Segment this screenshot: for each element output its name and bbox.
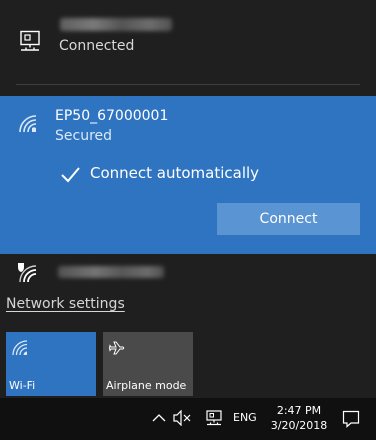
wifi-shield-icon xyxy=(18,263,37,283)
chevron-up-icon[interactable] xyxy=(152,411,166,425)
clock-date: 3/20/2018 xyxy=(270,419,328,432)
airplane-icon xyxy=(109,341,125,355)
language-indicator[interactable]: ENG xyxy=(233,411,257,424)
wifi-toggle-tile[interactable]: Wi-Fi xyxy=(6,332,96,396)
clock[interactable]: 2:47 PM 3/20/2018 xyxy=(270,403,328,433)
volume-muted-icon[interactable] xyxy=(173,410,193,426)
wifi-network-name: EP50_67000001 xyxy=(55,108,169,124)
wifi-tile-label: Wi-Fi xyxy=(9,379,36,392)
wifi-icon xyxy=(12,340,28,356)
wired-network-name-redacted xyxy=(60,18,172,31)
ethernet-icon xyxy=(20,30,40,51)
connect-automatically-label[interactable]: Connect automatically xyxy=(90,164,259,182)
wired-status: Connected xyxy=(59,38,135,54)
wifi-secured-icon xyxy=(19,115,37,133)
taskbar: ENG 2:47 PM 3/20/2018 xyxy=(0,398,376,440)
action-center-icon[interactable] xyxy=(342,410,360,428)
network-icon[interactable] xyxy=(205,410,223,426)
network-settings-link[interactable]: Network settings xyxy=(6,296,125,312)
divider xyxy=(16,84,360,85)
wifi-network-item[interactable] xyxy=(0,254,376,290)
wifi-network-name-redacted xyxy=(58,266,164,278)
clock-time: 2:47 PM xyxy=(276,404,322,417)
airplane-mode-tile[interactable]: Airplane mode xyxy=(103,332,193,396)
connect-automatically-checkbox[interactable] xyxy=(60,165,80,185)
wifi-network-status: Secured xyxy=(55,128,113,144)
connect-button[interactable]: Connect xyxy=(217,203,360,235)
airplane-tile-label: Airplane mode xyxy=(106,379,187,392)
wired-connection[interactable]: Connected xyxy=(0,0,376,84)
wifi-network-selected[interactable]: EP50_67000001 Secured Connect automatica… xyxy=(0,96,376,254)
